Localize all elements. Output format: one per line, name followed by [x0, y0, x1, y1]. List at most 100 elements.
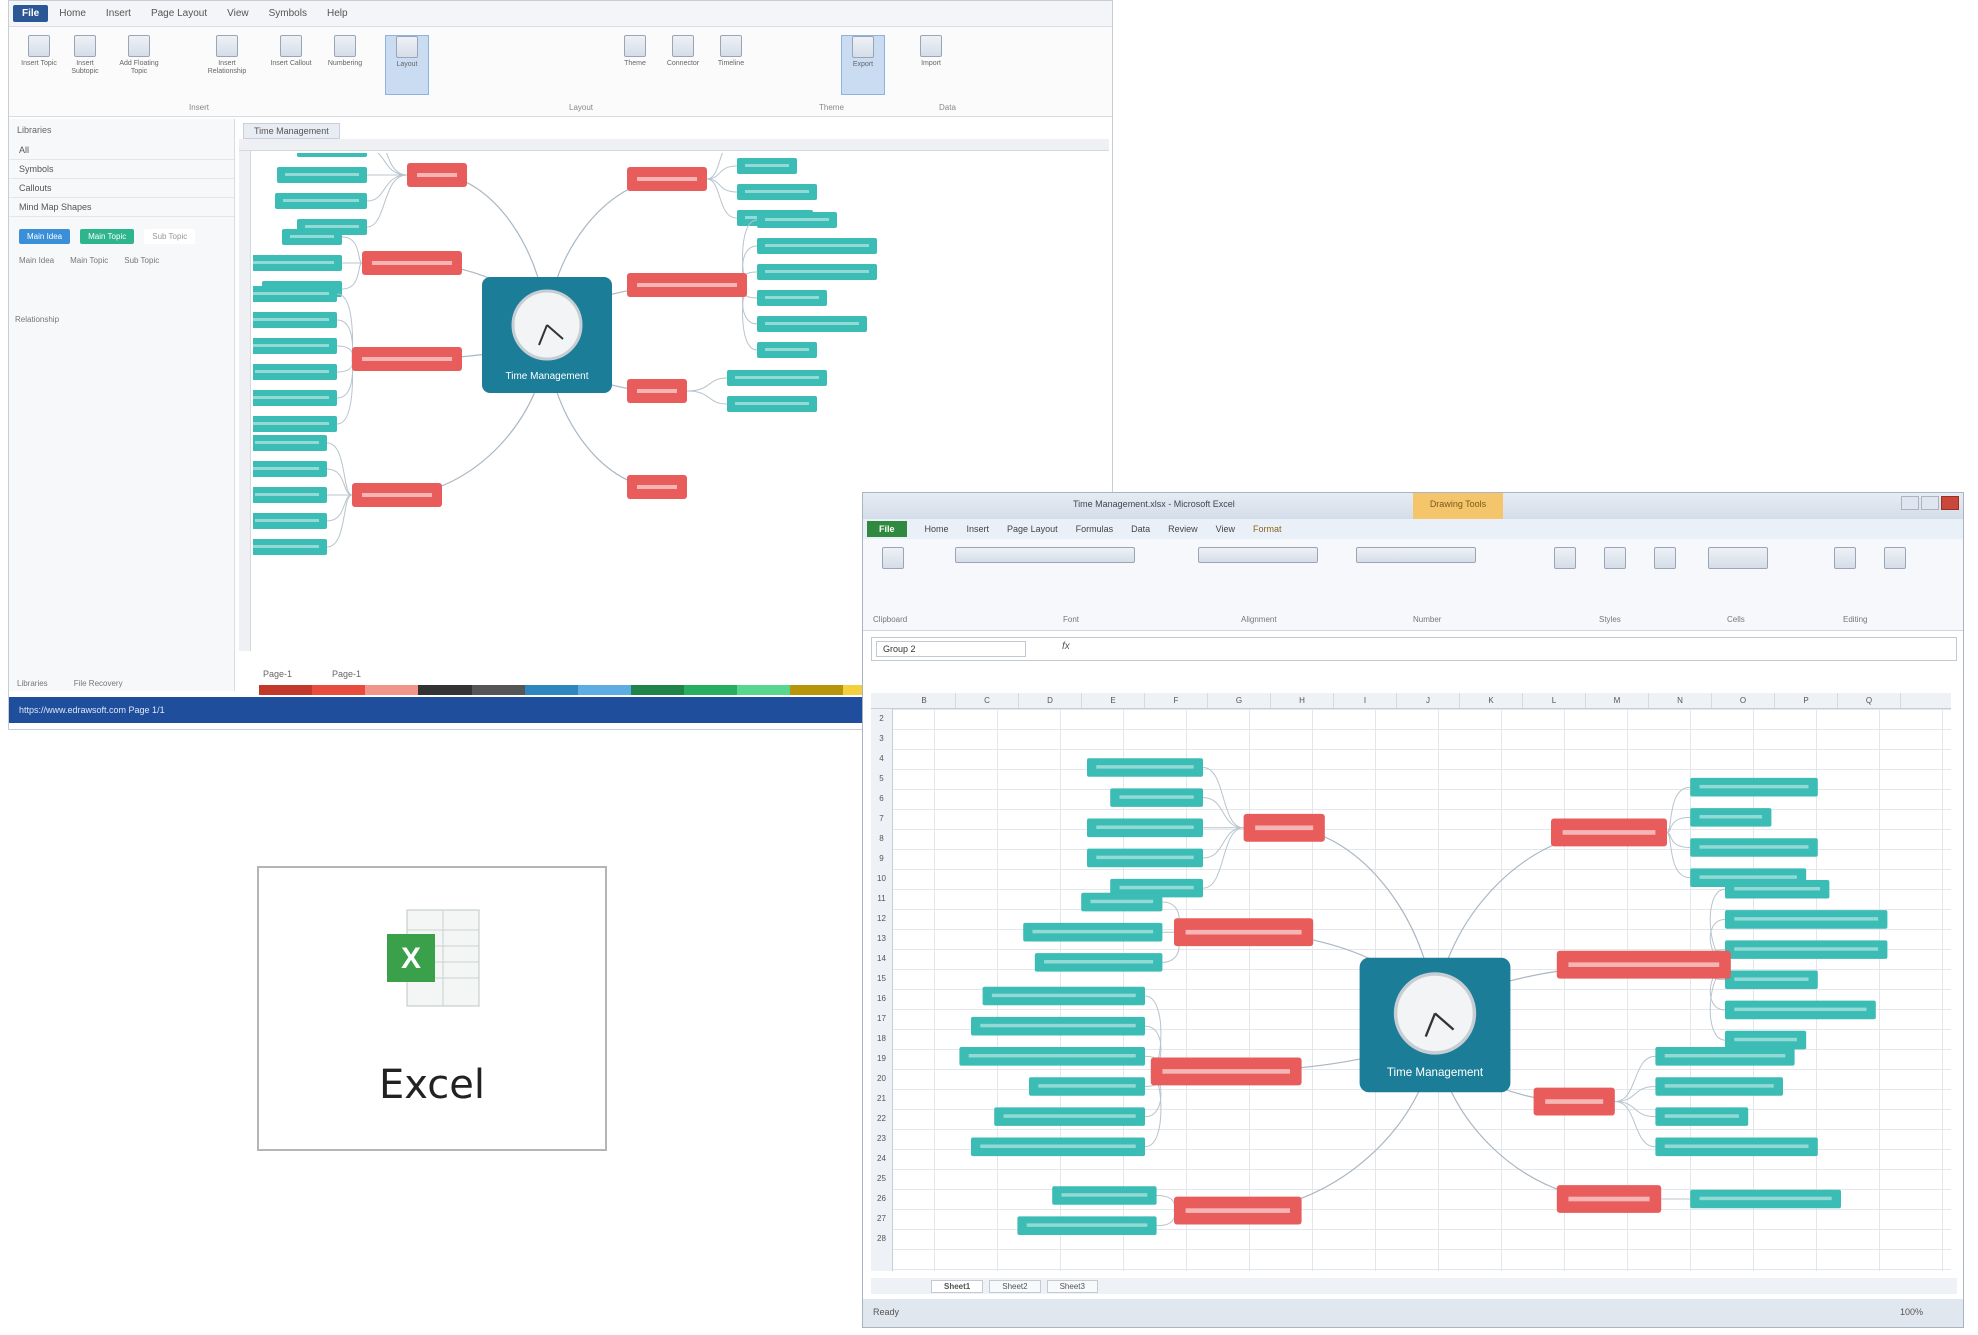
palette-swatch[interactable] — [630, 685, 684, 695]
main-idea-shape[interactable]: Main Idea — [19, 229, 71, 244]
row-header[interactable]: 16 — [871, 989, 892, 1009]
subtopic-node[interactable] — [297, 153, 367, 157]
row-header[interactable]: 21 — [871, 1089, 892, 1109]
row-header[interactable]: 14 — [871, 949, 892, 969]
tab-data[interactable]: Data — [1131, 524, 1150, 534]
number-format-controls[interactable] — [1351, 547, 1481, 607]
tab-view[interactable]: View — [1216, 524, 1235, 534]
callout-button[interactable]: Insert Callout — [269, 35, 313, 95]
tab-formulas[interactable]: Formulas — [1076, 524, 1114, 534]
palette-swatch[interactable] — [684, 685, 738, 695]
sub-topic-shape[interactable]: Sub Topic — [144, 229, 196, 244]
column-header[interactable]: H — [1271, 693, 1334, 708]
page-tab-1[interactable]: Page-1 — [263, 669, 292, 683]
column-header[interactable]: M — [1586, 693, 1649, 708]
palette-swatch[interactable] — [524, 685, 578, 695]
column-header[interactable]: I — [1334, 693, 1397, 708]
theme-button[interactable]: Theme — [613, 35, 657, 95]
column-header[interactable]: F — [1145, 693, 1208, 708]
cell-styles-button[interactable] — [1643, 547, 1687, 607]
row-header[interactable]: 23 — [871, 1129, 892, 1149]
format-as-table-button[interactable] — [1593, 547, 1637, 607]
row-header[interactable]: 19 — [871, 1049, 892, 1069]
row-header[interactable]: 3 — [871, 729, 892, 749]
tab-insert[interactable]: Insert — [967, 524, 990, 534]
row-header[interactable]: 6 — [871, 789, 892, 809]
column-header[interactable]: E — [1082, 693, 1145, 708]
row-header[interactable]: 18 — [871, 1029, 892, 1049]
menu-page-layout[interactable]: Page Layout — [142, 5, 216, 22]
row-header[interactable]: 12 — [871, 909, 892, 929]
tab-review[interactable]: Review — [1168, 524, 1198, 534]
find-select-button[interactable] — [1873, 547, 1917, 607]
maximize-icon[interactable] — [1921, 496, 1939, 510]
row-header[interactable]: 20 — [871, 1069, 892, 1089]
menu-help[interactable]: Help — [318, 5, 357, 22]
paste-button[interactable] — [871, 547, 915, 607]
close-icon[interactable] — [1941, 496, 1959, 510]
library-search[interactable]: All — [9, 141, 234, 160]
palette-swatch[interactable] — [259, 685, 313, 695]
connector-button[interactable]: Connector — [661, 35, 705, 95]
row-header[interactable]: 22 — [871, 1109, 892, 1129]
column-header[interactable]: L — [1523, 693, 1586, 708]
insert-subtopic-button[interactable]: Insert Subtopic — [63, 35, 107, 95]
relationship-button[interactable]: Insert Relationship — [205, 35, 249, 95]
library-callouts[interactable]: Callouts — [9, 179, 234, 198]
row-header[interactable]: 15 — [871, 969, 892, 989]
row-header[interactable]: 11 — [871, 889, 892, 909]
row-header[interactable]: 13 — [871, 929, 892, 949]
library-symbols[interactable]: Symbols — [9, 160, 234, 179]
column-header[interactable]: D — [1019, 693, 1082, 708]
menu-insert[interactable]: Insert — [97, 5, 140, 22]
zoom-level[interactable]: 100% — [1900, 1307, 1923, 1317]
sheet-tab-1[interactable]: Sheet1 — [931, 1279, 984, 1293]
row-header[interactable]: 10 — [871, 869, 892, 889]
palette-swatch[interactable] — [577, 685, 631, 695]
minimize-icon[interactable] — [1901, 496, 1919, 510]
row-header[interactable]: 9 — [871, 849, 892, 869]
row-header[interactable]: 28 — [871, 1229, 892, 1249]
palette-swatch[interactable] — [418, 685, 472, 695]
row-header[interactable]: 7 — [871, 809, 892, 829]
row-header[interactable]: 17 — [871, 1009, 892, 1029]
column-header[interactable]: N — [1649, 693, 1712, 708]
row-header[interactable]: 24 — [871, 1149, 892, 1169]
document-tab[interactable]: Time Management — [243, 123, 340, 139]
row-header[interactable]: 26 — [871, 1189, 892, 1209]
page-tab-2[interactable]: Page-1 — [332, 669, 361, 683]
cells-controls[interactable] — [1703, 547, 1773, 607]
palette-swatch[interactable] — [312, 685, 366, 695]
palette-swatch[interactable] — [365, 685, 419, 695]
menu-home[interactable]: Home — [50, 5, 95, 22]
column-header[interactable]: B — [893, 693, 956, 708]
row-header[interactable]: 2 — [871, 709, 892, 729]
palette-swatch[interactable] — [471, 685, 525, 695]
palette-swatch[interactable] — [737, 685, 791, 695]
sort-filter-button[interactable] — [1823, 547, 1867, 607]
alignment-controls[interactable] — [1193, 547, 1323, 607]
menu-view[interactable]: View — [218, 5, 258, 22]
fx-icon[interactable]: fx — [1062, 641, 1070, 652]
column-header[interactable]: G — [1208, 693, 1271, 708]
tab-home[interactable]: Home — [925, 524, 949, 534]
main-topic-shape[interactable]: Main Topic — [80, 229, 135, 244]
libraries-tab[interactable]: Libraries — [17, 679, 48, 688]
import-button[interactable]: Import — [909, 35, 953, 95]
tab-file[interactable]: File — [867, 521, 907, 537]
sheet-tab-3[interactable]: Sheet3 — [1046, 1279, 1098, 1293]
column-header[interactable]: K — [1460, 693, 1523, 708]
column-header[interactable]: O — [1712, 693, 1775, 708]
timeline-button[interactable]: Timeline — [709, 35, 753, 95]
row-header[interactable]: 4 — [871, 749, 892, 769]
excel-mindmap[interactable]: Time Management — [895, 709, 1951, 1271]
insert-topic-button[interactable]: Insert Topic — [17, 35, 61, 95]
relationship-shape-label[interactable]: Relationship — [9, 265, 234, 324]
column-header[interactable]: Q — [1838, 693, 1901, 708]
column-header[interactable]: P — [1775, 693, 1838, 708]
conditional-formatting-button[interactable] — [1543, 547, 1587, 607]
tab-page-layout[interactable]: Page Layout — [1007, 524, 1058, 534]
row-header[interactable]: 5 — [871, 769, 892, 789]
row-header[interactable]: 25 — [871, 1169, 892, 1189]
column-header[interactable]: C — [956, 693, 1019, 708]
